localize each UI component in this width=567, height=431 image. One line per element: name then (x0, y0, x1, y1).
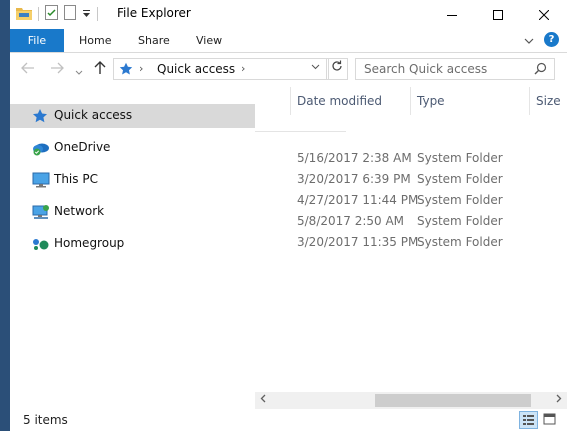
table-row[interactable]: 5/8/2017 2:50 AM System Folder (255, 211, 567, 232)
properties-icon[interactable] (45, 5, 58, 23)
customize-toolbar-icon[interactable] (82, 7, 91, 21)
minimize-button[interactable] (429, 0, 475, 29)
table-row[interactable]: 3/20/2017 6:39 PM System Folder (255, 169, 567, 190)
date-cell: 4/27/2017 11:44 PM (297, 193, 419, 207)
nav-item-label: This PC (54, 172, 98, 186)
window-title: File Explorer (117, 6, 191, 20)
tab-share[interactable]: Share (138, 29, 170, 52)
nav-item-homegroup[interactable]: Homegroup (10, 232, 255, 256)
type-cell: System Folder (417, 214, 503, 228)
column-header-label: Size (536, 94, 561, 108)
ribbon-tabs: File Home Share View ? (10, 29, 567, 53)
nav-item-label: Quick access (54, 108, 133, 122)
navigation-pane: Quick access OneDrive This PC Network Ho… (10, 87, 255, 405)
large-icons-view-button[interactable] (541, 411, 560, 429)
forward-button[interactable] (50, 62, 64, 78)
type-cell: System Folder (417, 235, 503, 249)
tab-home[interactable]: Home (79, 29, 111, 52)
details-view-icon (523, 415, 534, 425)
type-cell: System Folder (417, 193, 503, 207)
nav-item-this-pc[interactable]: This PC (10, 168, 255, 192)
column-header-label: Type (417, 94, 445, 108)
network-icon (32, 204, 50, 220)
column-header-size[interactable]: Size (530, 87, 567, 115)
toolbar-divider (97, 7, 98, 21)
breadcrumb-separator-icon[interactable]: › (139, 62, 143, 75)
chevron-right-icon (556, 394, 562, 403)
nav-item-label: OneDrive (54, 140, 111, 154)
horizontal-scrollbar[interactable] (255, 392, 567, 409)
folder-icon (16, 6, 32, 23)
refresh-icon (332, 60, 342, 71)
homegroup-icon (32, 236, 50, 252)
date-cell: 3/20/2017 11:35 PM (297, 235, 419, 249)
column-header-label: Date modified (297, 94, 383, 108)
date-cell: 5/8/2017 2:50 AM (297, 214, 405, 228)
tab-file[interactable]: File (10, 29, 64, 52)
column-header-type[interactable]: Type (411, 87, 529, 115)
close-icon (539, 9, 549, 20)
scroll-right-button[interactable] (556, 394, 562, 405)
arrow-up-icon (94, 61, 106, 74)
cloud-icon (32, 140, 50, 156)
toolbar-divider (38, 7, 39, 21)
nav-item-onedrive[interactable]: OneDrive (10, 136, 255, 160)
breadcrumb-quick-access[interactable]: Quick access (157, 62, 235, 76)
new-folder-icon[interactable] (64, 5, 76, 23)
back-button[interactable] (21, 62, 35, 78)
star-icon (119, 62, 133, 79)
table-row[interactable]: 3/20/2017 11:35 PM System Folder (255, 232, 567, 253)
star-icon (32, 108, 50, 124)
help-button[interactable]: ? (544, 32, 559, 47)
arrow-left-icon (21, 62, 34, 74)
large-icons-view-icon (543, 413, 556, 425)
table-row[interactable]: 5/16/2017 2:38 AM System Folder (255, 148, 567, 169)
recent-locations-button[interactable] (75, 64, 83, 80)
scroll-left-button[interactable] (260, 394, 266, 405)
chevron-down-icon (75, 70, 83, 75)
close-button[interactable] (521, 0, 567, 29)
breadcrumb-separator-icon[interactable]: › (241, 62, 245, 75)
date-cell: 3/20/2017 6:39 PM (297, 172, 411, 186)
maximize-icon (493, 9, 503, 20)
group-divider (255, 131, 346, 132)
nav-item-label: Network (54, 204, 105, 218)
expand-ribbon-button[interactable] (524, 33, 534, 47)
refresh-button[interactable] (326, 58, 348, 80)
title-bar: File Explorer (10, 0, 567, 29)
nav-item-label: Homegroup (54, 236, 125, 250)
address-bar[interactable]: › Quick access › (113, 58, 329, 80)
table-row[interactable]: 4/27/2017 11:44 PM System Folder (255, 190, 567, 211)
up-button[interactable] (94, 61, 106, 79)
column-header-date-modified[interactable]: Date modified (291, 87, 411, 115)
nav-item-quick-access[interactable]: Quick access (10, 104, 255, 128)
date-cell: 5/16/2017 2:38 AM (297, 151, 412, 165)
type-cell: System Folder (417, 151, 503, 165)
search-icon[interactable] (534, 62, 547, 78)
navigation-bar: › Quick access › (10, 53, 567, 87)
minimize-icon (447, 14, 457, 16)
tab-view[interactable]: View (196, 29, 222, 52)
maximize-button[interactable] (475, 0, 521, 29)
item-count: 5 items (23, 413, 68, 427)
quick-access-toolbar (16, 4, 98, 24)
chevron-left-icon (260, 394, 266, 403)
address-dropdown-button[interactable] (311, 63, 320, 73)
file-list: Date modified Type Size 5/16/2017 2:38 A… (255, 87, 567, 392)
details-view-button[interactable] (519, 411, 538, 429)
type-cell: System Folder (417, 172, 503, 186)
chevron-down-icon (311, 64, 320, 70)
file-explorer-window: File Explorer File Home Share View ? › Q… (10, 0, 567, 431)
nav-item-network[interactable]: Network (10, 200, 255, 224)
search-box[interactable] (355, 58, 555, 80)
ribbon-controls: ? (524, 32, 559, 47)
chevron-down-icon (524, 38, 534, 44)
arrow-right-icon (51, 62, 64, 74)
monitor-icon (32, 172, 50, 188)
scrollbar-thumb[interactable] (375, 394, 531, 407)
search-input[interactable] (356, 59, 539, 79)
status-bar: 5 items (10, 409, 567, 431)
